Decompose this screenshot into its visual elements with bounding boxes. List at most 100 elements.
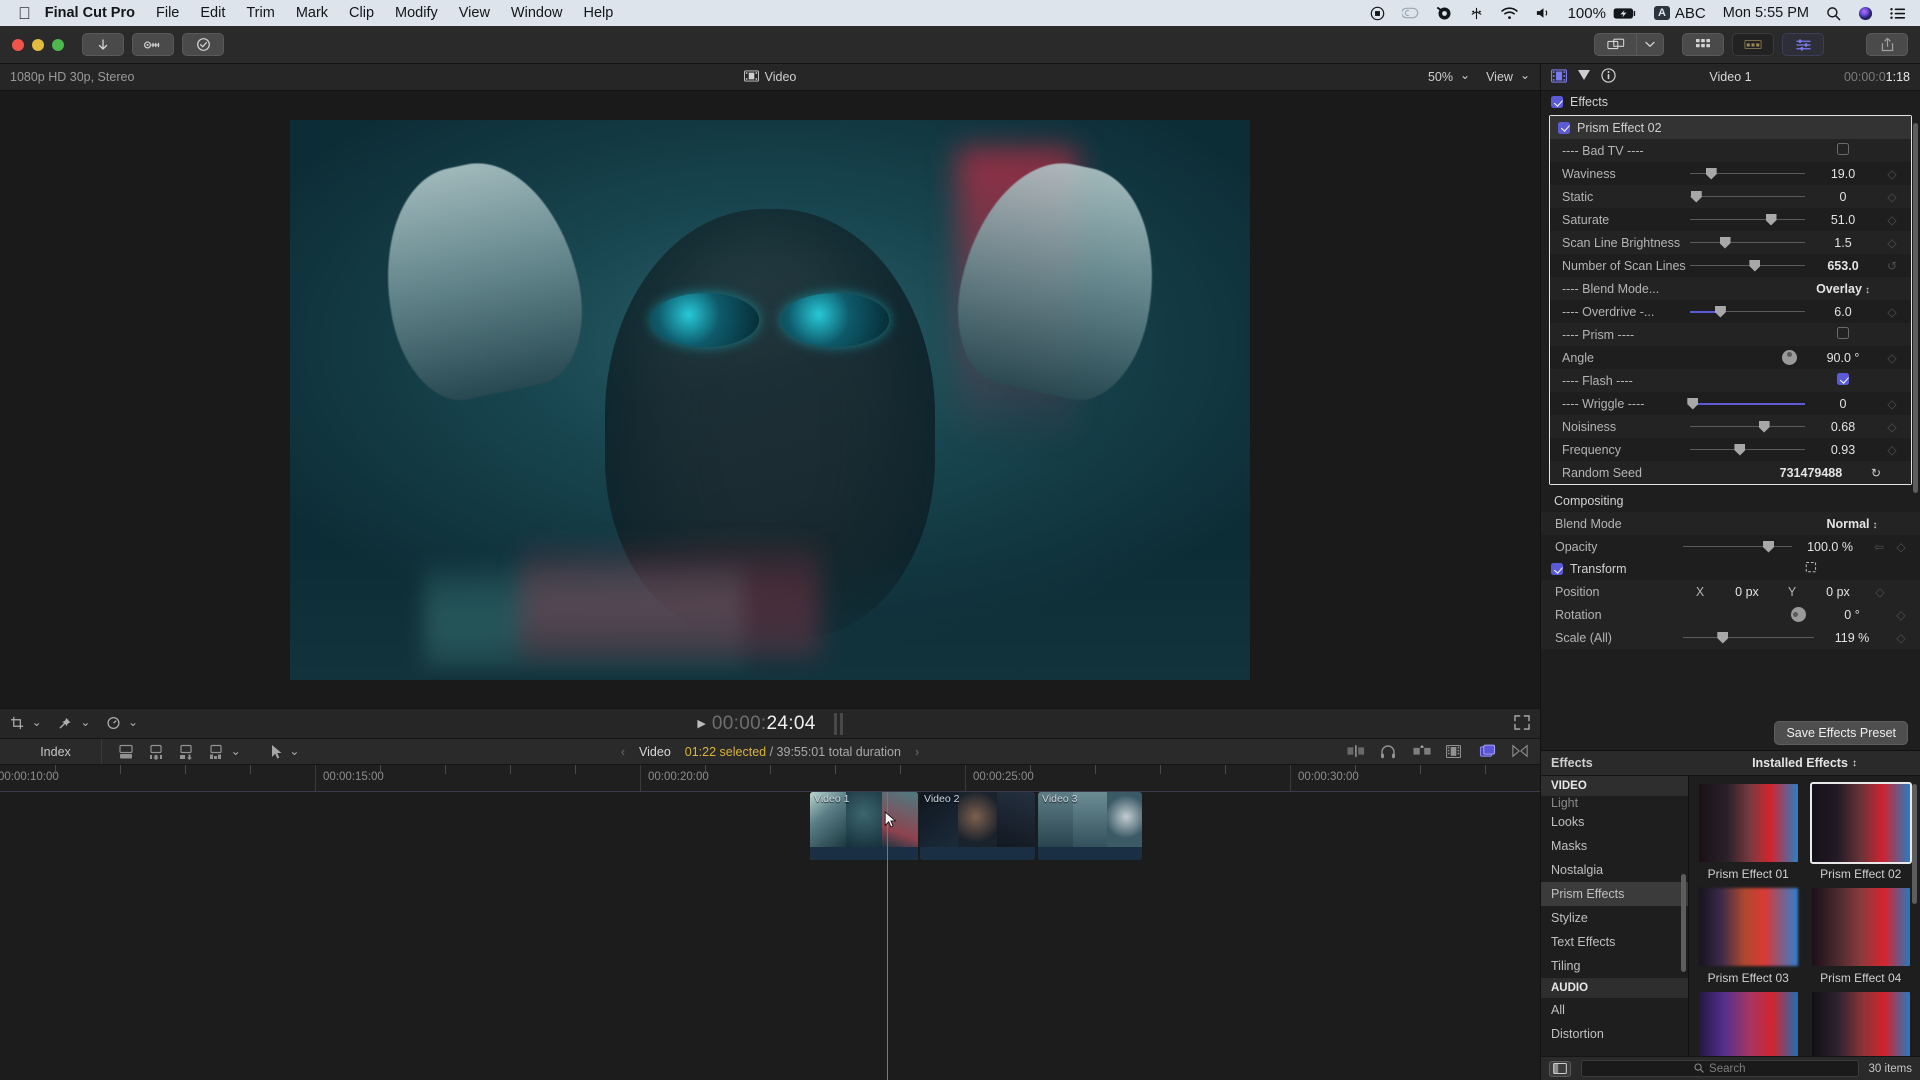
- audio-skimming-icon[interactable]: [1380, 744, 1396, 760]
- param-value[interactable]: 51.0: [1805, 213, 1881, 227]
- share-button[interactable]: [1866, 33, 1908, 56]
- menu-item-file[interactable]: File: [156, 5, 179, 21]
- effect-tile-prism-effect-06[interactable]: Prism Effect 06: [1812, 992, 1911, 1056]
- effects-browser-toggle-icon[interactable]: [1479, 744, 1495, 760]
- param-row-random-seed[interactable]: Random Seed 731479488 ↻: [1550, 461, 1911, 484]
- screens-dropdown-button[interactable]: [1636, 33, 1664, 56]
- timeline-index-button[interactable]: Index: [10, 739, 102, 764]
- menu-item-mark[interactable]: Mark: [296, 5, 328, 21]
- category-light[interactable]: Light: [1541, 796, 1688, 810]
- param-row-position[interactable]: Position X 0 px Y 0 px ◇: [1541, 580, 1920, 603]
- random-seed-value[interactable]: 731479488: [1756, 466, 1866, 480]
- number-of-scan-lines-slider[interactable]: [1690, 259, 1805, 273]
- input-source-indicator[interactable]: A ABC: [1654, 5, 1706, 22]
- param-value[interactable]: 19.0: [1805, 167, 1881, 181]
- save-effects-preset-button[interactable]: Save Effects Preset: [1774, 721, 1908, 745]
- param-value[interactable]: 0: [1805, 190, 1881, 204]
- wriggle-slider[interactable]: [1690, 397, 1805, 411]
- param-row-noisiness[interactable]: Noisiness 0.68 ◇: [1550, 415, 1911, 438]
- transform-enable-checkbox[interactable]: [1551, 563, 1563, 575]
- timeline-clip-video-1[interactable]: Video 1: [810, 792, 918, 860]
- steelseries-icon[interactable]: [1436, 5, 1452, 21]
- param-value[interactable]: 6.0: [1805, 305, 1881, 319]
- category-looks[interactable]: Looks: [1541, 810, 1688, 834]
- param-row-number-of-scan-lines[interactable]: Number of Scan Lines 653.0 ↺: [1550, 254, 1911, 277]
- keyframe-button[interactable]: ◇: [1881, 213, 1903, 227]
- connect-edit-icon[interactable]: [178, 744, 194, 760]
- browser-toggle-button[interactable]: [1682, 33, 1724, 56]
- bad-tv-checkbox[interactable]: [1837, 143, 1849, 155]
- effect-tile-prism-effect-01[interactable]: Prism Effect 01: [1699, 784, 1798, 881]
- inspector-toggle-button[interactable]: [1782, 33, 1824, 56]
- scan-line-brightness-slider[interactable]: [1690, 236, 1805, 250]
- noisiness-slider[interactable]: [1690, 420, 1805, 434]
- menu-item-final-cut-pro[interactable]: Final Cut Pro: [45, 5, 135, 21]
- timeline-toggle-button[interactable]: [1732, 33, 1774, 56]
- menu-bar-clock[interactable]: Mon 5:55 PM: [1723, 5, 1809, 21]
- scale-slider[interactable]: [1683, 631, 1814, 645]
- effect-tile-prism-effect-05[interactable]: Prism Effect 05: [1699, 992, 1798, 1056]
- menu-item-trim[interactable]: Trim: [246, 5, 274, 21]
- composite-blend-mode-popup[interactable]: Normal↕: [1814, 517, 1890, 531]
- flash-checkbox[interactable]: [1837, 373, 1849, 385]
- menu-item-view[interactable]: View: [459, 5, 490, 21]
- reset-arrow-button[interactable]: ⇦: [1868, 540, 1890, 554]
- effects-enable-checkbox[interactable]: [1551, 96, 1563, 108]
- next-clip-arrow[interactable]: ›: [915, 745, 919, 759]
- param-row-blend-mode-composite[interactable]: Blend Mode Normal↕: [1541, 512, 1920, 535]
- param-row-static[interactable]: Static 0 ◇: [1550, 185, 1911, 208]
- timeline-playhead[interactable]: [887, 792, 888, 1080]
- overwrite-edit-icon[interactable]: [208, 744, 241, 760]
- keyframe-button[interactable]: ◇: [1881, 167, 1903, 181]
- blend-mode-popup[interactable]: Overlay↕: [1805, 282, 1881, 296]
- keyframe-button[interactable]: ◇: [1881, 305, 1903, 319]
- effects-thumbnail-grid[interactable]: Prism Effect 01 Prism Effect 02 Prism Ef…: [1689, 776, 1920, 1056]
- param-value[interactable]: 0: [1805, 397, 1881, 411]
- enhancements-icon[interactable]: [58, 716, 91, 731]
- param-row-overdrive[interactable]: ---- Overdrive -... 6.0 ◇: [1550, 300, 1911, 323]
- keyframe-button[interactable]: ◇: [1881, 351, 1903, 365]
- param-row-blend-mode[interactable]: ---- Blend Mode... Overlay↕: [1550, 277, 1911, 300]
- effects-search-field[interactable]: Search: [1581, 1060, 1859, 1077]
- prev-clip-arrow[interactable]: ‹: [621, 745, 625, 759]
- spotlight-search-icon[interactable]: [1826, 6, 1841, 21]
- position-y-value[interactable]: 0 px: [1807, 585, 1869, 599]
- menu-item-window[interactable]: Window: [511, 5, 563, 21]
- menu-item-help[interactable]: Help: [584, 5, 614, 21]
- effects-section-header[interactable]: Effects: [1541, 91, 1920, 113]
- menu-item-edit[interactable]: Edit: [200, 5, 225, 21]
- background-tasks-button[interactable]: [182, 33, 224, 56]
- insert-edit-icon[interactable]: [148, 744, 164, 760]
- keyframe-button[interactable]: ◇: [1890, 540, 1912, 554]
- keyframe-tool-button[interactable]: [132, 33, 174, 56]
- crop-transform-icon[interactable]: [10, 716, 42, 731]
- maximize-window-button[interactable]: [52, 39, 64, 51]
- frequency-slider[interactable]: [1690, 443, 1805, 457]
- timeline-filmstrip-icon[interactable]: [1446, 744, 1462, 760]
- append-edit-icon[interactable]: [118, 744, 134, 760]
- control-center-icon[interactable]: [1890, 7, 1906, 20]
- menu-item-clip[interactable]: Clip: [349, 5, 374, 21]
- param-row-scan-line-brightness[interactable]: Scan Line Brightness 1.5 ◇: [1550, 231, 1911, 254]
- opacity-slider[interactable]: [1683, 540, 1792, 554]
- import-media-button[interactable]: [82, 33, 124, 56]
- param-value[interactable]: 0 °: [1814, 608, 1890, 622]
- param-value[interactable]: 100.0 %: [1792, 540, 1868, 554]
- installed-effects-popup[interactable]: Installed Effects↕: [1689, 751, 1920, 775]
- category-masks[interactable]: Masks: [1541, 834, 1688, 858]
- param-checkbox-cell[interactable]: [1805, 327, 1881, 342]
- timeline-ruler[interactable]: 00:00:10:0000:00:15:0000:00:20:0000:00:2…: [0, 765, 1540, 792]
- select-tool-icon[interactable]: [271, 744, 300, 760]
- param-row-opacity[interactable]: Opacity 100.0 % ⇦ ◇: [1541, 535, 1920, 558]
- siri-icon[interactable]: [1858, 6, 1873, 21]
- saturate-slider[interactable]: [1690, 213, 1805, 227]
- keyframe-button[interactable]: ◇: [1890, 608, 1912, 622]
- param-row-frequency[interactable]: Frequency 0.93 ◇: [1550, 438, 1911, 461]
- prism-checkbox[interactable]: [1837, 327, 1849, 339]
- timeline-clip-video-2[interactable]: Video 2: [920, 792, 1035, 860]
- category-tiling[interactable]: Tiling: [1541, 954, 1688, 978]
- timeline-track-area[interactable]: Video 1 Video 2: [0, 792, 1540, 1080]
- param-value[interactable]: 119 %: [1814, 631, 1890, 645]
- param-value[interactable]: 0.93: [1805, 443, 1881, 457]
- param-row-saturate[interactable]: Saturate 51.0 ◇: [1550, 208, 1911, 231]
